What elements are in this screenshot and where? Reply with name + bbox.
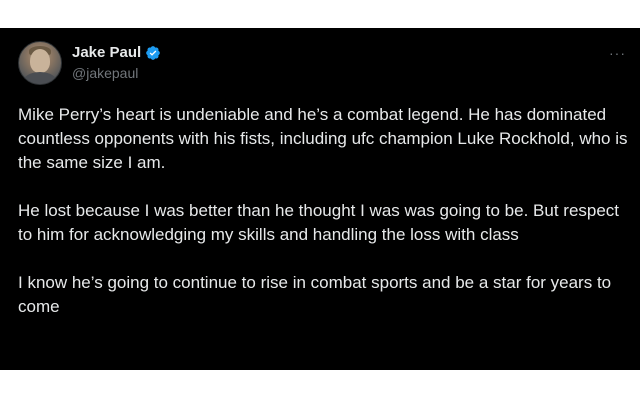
tweet-paragraph-3: I know he’s going to continue to rise in… xyxy=(18,273,616,316)
tweet-text: Mike Perry’s heart is undeniable and he’… xyxy=(18,103,628,319)
tweet-header: Jake Paul @jakepaul xyxy=(18,41,161,85)
more-dots-icon[interactable]: ··· xyxy=(609,46,626,60)
avatar-shirt xyxy=(23,72,57,84)
author-handle[interactable]: @jakepaul xyxy=(72,64,161,82)
verified-badge-icon xyxy=(145,45,161,61)
tweet-paragraph-1: Mike Perry’s heart is undeniable and he’… xyxy=(18,105,633,172)
tweet-card: Jake Paul @jakepaul ··· Mike Perry’s hea… xyxy=(0,28,640,370)
avatar[interactable] xyxy=(18,41,62,85)
avatar-face xyxy=(30,49,50,73)
author-info: Jake Paul @jakepaul xyxy=(72,44,161,82)
tweet-paragraph-2: He lost because I was better than he tho… xyxy=(18,201,624,244)
author-name-row: Jake Paul xyxy=(72,44,161,62)
author-name[interactable]: Jake Paul xyxy=(72,44,141,62)
